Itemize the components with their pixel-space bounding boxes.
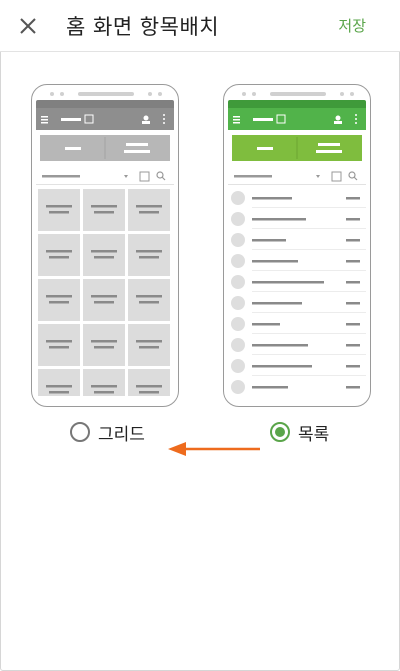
list-preview-screen xyxy=(228,100,366,396)
arrow-left-icon xyxy=(168,442,260,456)
grid-tile xyxy=(83,189,125,231)
grid-tile xyxy=(38,369,80,396)
grid-preview-statusbar xyxy=(36,100,174,113)
grid-tile xyxy=(83,324,125,366)
grid-tile xyxy=(128,324,170,366)
grid-tile xyxy=(128,369,170,396)
save-button[interactable]: 저장 xyxy=(338,15,366,36)
appbar-icons xyxy=(233,114,357,124)
grid-tile xyxy=(83,279,125,321)
list-row xyxy=(231,380,360,394)
banner-lines xyxy=(65,137,150,159)
grid-preview-appbar xyxy=(36,108,174,130)
page-title: 홈 화면 항목배치 xyxy=(66,15,220,39)
grid-tile xyxy=(83,234,125,276)
grid-preview-banner xyxy=(40,135,170,161)
grid-tile xyxy=(38,324,80,366)
list-row xyxy=(231,212,366,229)
list-preview-banner xyxy=(232,135,362,161)
grid-tile xyxy=(38,189,80,231)
list-row xyxy=(231,359,366,376)
grid-preview-screen xyxy=(36,100,174,396)
grid-tile xyxy=(128,189,170,231)
grid-tile xyxy=(38,234,80,276)
appbar-icons xyxy=(41,114,165,124)
grid-tile xyxy=(83,369,125,396)
list-option[interactable]: 목록 xyxy=(270,420,330,445)
close-icon xyxy=(20,18,36,34)
grid-layout-preview[interactable] xyxy=(31,84,179,407)
list-row xyxy=(231,191,366,208)
list-preview-statusbar xyxy=(228,100,366,113)
list-row xyxy=(231,338,366,355)
grid-tile xyxy=(128,234,170,276)
grid-option[interactable]: 그리드 xyxy=(70,420,145,445)
grid-option-label: 그리드 xyxy=(98,424,145,445)
close-button[interactable] xyxy=(14,12,42,40)
list-row xyxy=(231,275,366,292)
list-row xyxy=(231,233,366,250)
list-radio-button[interactable] xyxy=(270,422,290,442)
list-row xyxy=(231,317,366,334)
list-preview-searchbar xyxy=(228,167,366,185)
grid-radio-button[interactable] xyxy=(70,422,90,442)
grid-preview-searchbar xyxy=(36,167,174,185)
list-row xyxy=(231,296,366,313)
list-option-label: 목록 xyxy=(298,424,330,445)
phone-speaker-icon xyxy=(50,92,162,96)
list-layout-preview[interactable] xyxy=(223,84,371,407)
search-row-icons xyxy=(234,171,358,182)
list-row xyxy=(231,254,366,271)
list-preview-appbar xyxy=(228,108,366,130)
banner-lines xyxy=(257,137,342,159)
app-header: 홈 화면 항목배치 저장 xyxy=(0,0,400,52)
phone-speaker-icon xyxy=(242,92,354,96)
search-row-icons xyxy=(42,171,166,182)
grid-tile xyxy=(38,279,80,321)
grid-tile xyxy=(128,279,170,321)
